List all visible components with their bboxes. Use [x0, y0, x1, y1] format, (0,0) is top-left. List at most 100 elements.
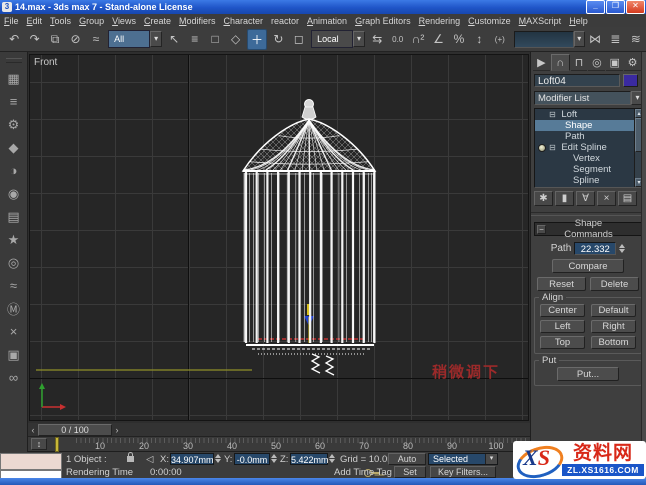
- shelf-utilities-icon[interactable]: ∞: [3, 366, 25, 389]
- next-frame-icon[interactable]: ›: [112, 424, 122, 436]
- align-center-button[interactable]: Center: [540, 304, 585, 317]
- object-name-field[interactable]: Loft04: [534, 74, 620, 87]
- align-default-button[interactable]: Default: [591, 304, 636, 317]
- time-slider-marker[interactable]: [55, 437, 59, 452]
- stack-row-path[interactable]: Path: [535, 131, 643, 142]
- y-coordinate-field[interactable]: -0.0mm: [234, 453, 270, 465]
- timeline-ruler[interactable]: ↕ 10 20 30 40 50 60 70 80 90 100: [28, 437, 530, 452]
- shelf-modifiers-icon[interactable]: ◎: [3, 251, 25, 274]
- tab-motion[interactable]: ◎: [588, 54, 606, 71]
- shelf-objects-icon[interactable]: ▦: [3, 67, 25, 90]
- show-end-result-icon[interactable]: ▮: [555, 191, 574, 206]
- shelf-render-icon[interactable]: ×: [3, 320, 25, 343]
- x-spinner[interactable]: [215, 454, 221, 463]
- close-button[interactable]: ✕: [626, 0, 645, 14]
- keyboard-override-icon[interactable]: (+): [491, 30, 509, 49]
- select-object-icon[interactable]: ↖: [165, 30, 183, 49]
- rotate-icon[interactable]: ↻: [269, 30, 287, 49]
- stack-row-vertex[interactable]: Vertex: [535, 153, 643, 164]
- path-value-field[interactable]: 22.332: [574, 241, 617, 255]
- menu-help[interactable]: Help: [565, 16, 592, 26]
- stack-row-spline[interactable]: Spline: [535, 175, 643, 186]
- stack-row-loft[interactable]: ⊟ Loft: [535, 109, 643, 120]
- unlink-selection-icon[interactable]: ⊘: [66, 30, 84, 49]
- stack-row-shape[interactable]: Shape: [535, 120, 643, 131]
- menu-group[interactable]: Group: [75, 16, 108, 26]
- menu-tools[interactable]: Tools: [46, 16, 75, 26]
- named-selection-field[interactable]: [514, 30, 574, 48]
- tab-display[interactable]: ▣: [606, 54, 624, 71]
- time-slider-thumb[interactable]: 0 / 100: [38, 423, 112, 436]
- align-left-button[interactable]: Left: [540, 320, 585, 333]
- y-spinner[interactable]: [271, 454, 277, 463]
- menu-edit[interactable]: Edit: [23, 16, 47, 26]
- mini-curve-editor-button[interactable]: ↕: [31, 438, 47, 450]
- restore-button[interactable]: ❐: [606, 0, 625, 14]
- remove-modifier-icon[interactable]: ×: [597, 191, 616, 206]
- align-bottom-button[interactable]: Bottom: [591, 336, 636, 349]
- chevron-down-icon[interactable]: ▾: [485, 454, 497, 464]
- percent-snap-icon[interactable]: %: [450, 30, 468, 49]
- shelf-compounds-icon[interactable]: ⚙: [3, 113, 25, 136]
- expand-collapse-icon[interactable]: ⊟: [549, 110, 556, 119]
- chevron-down-icon[interactable]: ▾: [573, 31, 585, 47]
- undo-icon[interactable]: ↶: [5, 30, 23, 49]
- angle-snap-icon[interactable]: ∠: [429, 30, 447, 49]
- delete-button[interactable]: Delete: [590, 277, 639, 291]
- shelf-display-icon[interactable]: ▣: [3, 343, 25, 366]
- menu-create[interactable]: Create: [140, 16, 175, 26]
- collapse-icon[interactable]: −: [537, 224, 546, 234]
- select-by-name-icon[interactable]: ≡: [186, 30, 204, 49]
- scale-icon[interactable]: ◻: [290, 30, 308, 49]
- menu-graph-editors[interactable]: Graph Editors: [351, 16, 415, 26]
- menu-rendering[interactable]: Rendering: [415, 16, 465, 26]
- redo-icon[interactable]: ↷: [25, 30, 43, 49]
- expand-collapse-icon[interactable]: ⊟: [549, 143, 556, 152]
- align-top-button[interactable]: Top: [540, 336, 585, 349]
- spinner-snap-icon[interactable]: ↕: [470, 30, 488, 49]
- minimize-button[interactable]: _: [586, 0, 605, 14]
- reference-coordinate-dropdown[interactable]: Local ▾: [311, 30, 366, 48]
- selection-set-dropdown[interactable]: Selected ▾: [428, 453, 498, 465]
- shelf-shapes-icon[interactable]: ≡: [3, 90, 25, 113]
- align-right-button[interactable]: Right: [591, 320, 636, 333]
- put-button[interactable]: Put...: [557, 367, 619, 381]
- x-coordinate-field[interactable]: 34.907mm: [170, 453, 214, 465]
- select-and-link-icon[interactable]: ⧉: [46, 30, 64, 49]
- align-icon[interactable]: ≣: [606, 30, 624, 49]
- select-and-move-button[interactable]: ＋: [246, 28, 268, 50]
- shelf-particles-icon[interactable]: ◉: [3, 182, 25, 205]
- object-color-swatch[interactable]: [623, 74, 638, 87]
- viewport-label[interactable]: Front: [34, 57, 57, 68]
- rollout-header[interactable]: − Shape Commands: [534, 218, 642, 240]
- selection-lock-icon[interactable]: [127, 452, 134, 462]
- menu-reactor[interactable]: reactor: [267, 16, 303, 26]
- shelf-grip[interactable]: [5, 58, 22, 63]
- pin-stack-icon[interactable]: ✱: [534, 191, 553, 206]
- key-filters-button[interactable]: Key Filters...: [430, 466, 496, 478]
- z-spinner[interactable]: [329, 454, 335, 463]
- shelf-lights-icon[interactable]: ◆: [3, 136, 25, 159]
- menu-views[interactable]: Views: [108, 16, 140, 26]
- chevron-down-icon[interactable]: ▾: [353, 31, 366, 47]
- menu-file[interactable]: File: [0, 16, 23, 26]
- rectangular-selection-icon[interactable]: □: [206, 30, 224, 49]
- snap-toggle-icon[interactable]: ∩²: [409, 30, 427, 49]
- z-coordinate-field[interactable]: 5.422mm: [290, 453, 329, 465]
- make-unique-icon[interactable]: ∀: [576, 191, 595, 206]
- stack-row-segment[interactable]: Segment: [535, 164, 643, 175]
- shelf-helpers-icon[interactable]: ▤: [3, 205, 25, 228]
- shelf-spacewarps-icon[interactable]: ★: [3, 228, 25, 251]
- reset-button[interactable]: Reset: [537, 277, 586, 291]
- curve-editor-icon[interactable]: ≋: [627, 30, 645, 49]
- prev-frame-icon[interactable]: ‹: [28, 424, 38, 436]
- menu-modifiers[interactable]: Modifiers: [175, 16, 220, 26]
- menu-customize[interactable]: Customize: [464, 16, 515, 26]
- chevron-down-icon[interactable]: ▾: [150, 31, 163, 47]
- offset-mode-icon[interactable]: 0.0: [388, 30, 406, 49]
- set-key-button[interactable]: Set Key: [394, 466, 426, 485]
- tab-utilities[interactable]: ⚙: [624, 54, 641, 71]
- fence-selection-icon[interactable]: ◇: [226, 30, 244, 49]
- tab-create[interactable]: ▶: [533, 54, 550, 71]
- menu-maxscript[interactable]: MAXScript: [515, 16, 566, 26]
